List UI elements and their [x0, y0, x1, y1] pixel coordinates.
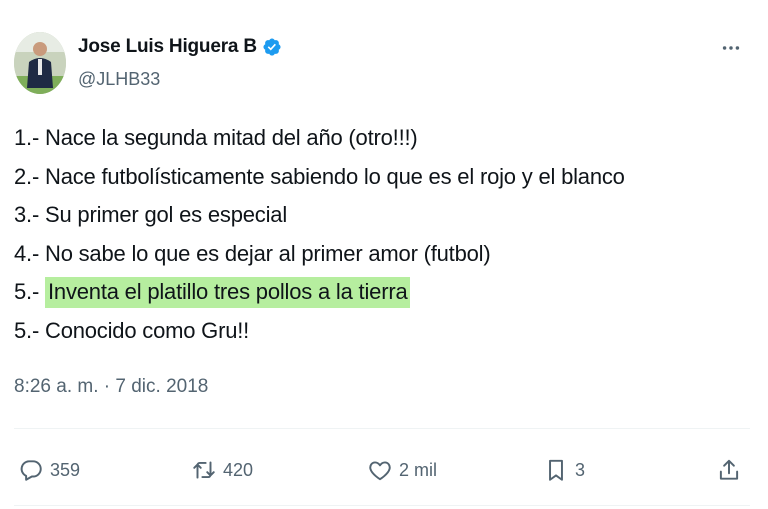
share-button[interactable]: [716, 452, 742, 488]
line-number: 5.-: [14, 317, 45, 343]
divider: [14, 505, 750, 506]
line-number: 1.-: [14, 125, 45, 150]
bookmark-icon: [549, 459, 563, 481]
bookmark-count: 3: [575, 459, 586, 480]
tweet-line: 3.- Su primer gol es especial: [14, 196, 754, 235]
line-number: 3.-: [14, 202, 45, 227]
divider: [14, 428, 750, 429]
retweet-count: 420: [223, 459, 254, 480]
share-icon: [719, 459, 739, 480]
avatar-image: [14, 32, 66, 94]
more-options-button[interactable]: [716, 33, 746, 63]
reply-icon: [20, 460, 42, 481]
author-name-row: Jose Luis Higuera B: [78, 36, 282, 58]
retweet-button[interactable]: 420: [191, 452, 253, 488]
more-icon: [722, 46, 740, 50]
line-text: Nace futbolísticamente sabiendo lo que e…: [45, 163, 625, 189]
like-button[interactable]: 2 mil: [367, 452, 437, 488]
tweet-line: 2.- Nace futbolísticamente sabiendo lo q…: [14, 158, 754, 197]
tweet-text: 1.- Nace la segunda mitad del año (otro!…: [14, 119, 754, 350]
reply-button[interactable]: 359: [18, 452, 80, 488]
line-number: 4.-: [14, 240, 45, 266]
bookmark-button[interactable]: 3: [543, 452, 585, 488]
verified-badge-icon: [262, 37, 282, 57]
author-handle[interactable]: @JLHB33: [78, 69, 160, 90]
like-icon: [369, 461, 391, 481]
tweet-timestamp[interactable]: 8:26 a. m. · 7 dic. 2018: [14, 376, 208, 398]
author-name[interactable]: Jose Luis Higuera B: [78, 36, 257, 58]
line-text: Conocido como Gru!!: [45, 317, 250, 343]
line-number: 2.-: [14, 163, 45, 189]
tweet-line: 5.- Conocido como Gru!!: [14, 312, 754, 351]
highlighted-line-text: Inventa el platillo tres pollos a la tie…: [45, 277, 411, 308]
line-text: Su primer gol es especial: [45, 202, 288, 227]
avatar[interactable]: [14, 32, 66, 94]
line-text: No sabe lo que es dejar al primer amor (…: [45, 240, 491, 266]
like-count: 2 mil: [399, 459, 438, 480]
tweet-card: Jose Luis Higuera B @JLHB33 1.- Nace la …: [0, 0, 768, 509]
tweet-line: 5.- Inventa el platillo tres pollos a la…: [14, 273, 754, 312]
retweet-icon: [193, 461, 215, 479]
reply-count: 359: [50, 459, 81, 480]
line-number: 5.-: [14, 279, 45, 304]
tweet-line: 4.- No sabe lo que es dejar al primer am…: [14, 235, 754, 274]
tweet-line: 1.- Nace la segunda mitad del año (otro!…: [14, 119, 754, 158]
line-text: Nace la segunda mitad del año (otro!!!): [45, 125, 418, 150]
